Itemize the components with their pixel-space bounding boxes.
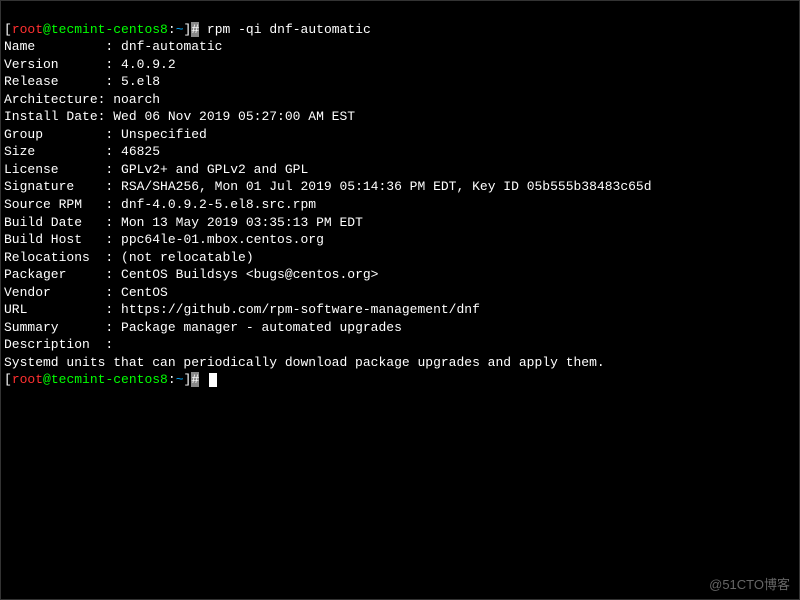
prompt2-host: tecmint-centos8 (51, 372, 168, 387)
field-summary: Summary : Package manager - automated up… (4, 320, 402, 335)
prompt-bracket-open: [ (4, 22, 12, 37)
prompt-host: tecmint-centos8 (51, 22, 168, 37)
field-vendor: Vendor : CentOS (4, 285, 168, 300)
field-source-rpm: Source RPM : dnf-4.0.9.2-5.el8.src.rpm (4, 197, 316, 212)
field-relocations: Relocations : (not relocatable) (4, 250, 254, 265)
prompt2-at: @ (43, 372, 51, 387)
watermark: @51CTO博客 (709, 576, 790, 594)
prompt2-user: root (12, 372, 43, 387)
field-build-host: Build Host : ppc64le-01.mbox.centos.org (4, 232, 324, 247)
description-body: Systemd units that can periodically down… (4, 355, 605, 370)
prompt2-colon: : (168, 372, 176, 387)
field-license: License : GPLv2+ and GPLv2 and GPL (4, 162, 308, 177)
field-description: Description : (4, 337, 113, 352)
prompt-hash: # (191, 22, 199, 37)
field-install-date: Install Date: Wed 06 Nov 2019 05:27:00 A… (4, 109, 355, 124)
field-release: Release : 5.el8 (4, 74, 160, 89)
prompt-colon: : (168, 22, 176, 37)
cursor-icon[interactable] (209, 373, 217, 387)
field-build-date: Build Date : Mon 13 May 2019 03:35:13 PM… (4, 215, 363, 230)
prompt-path: ~ (176, 22, 184, 37)
field-signature: Signature : RSA/SHA256, Mon 01 Jul 2019 … (4, 179, 652, 194)
prompt2-hash: # (191, 372, 199, 387)
prompt2-bracket-open: [ (4, 372, 12, 387)
field-architecture: Architecture: noarch (4, 92, 160, 107)
field-size: Size : 46825 (4, 144, 160, 159)
prompt-user: root (12, 22, 43, 37)
field-version: Version : 4.0.9.2 (4, 57, 176, 72)
terminal-output[interactable]: [root@tecmint-centos8:~]# rpm -qi dnf-au… (4, 3, 796, 389)
prompt2-path: ~ (176, 372, 184, 387)
field-packager: Packager : CentOS Buildsys <bugs@centos.… (4, 267, 378, 282)
command-text: rpm -qi dnf-automatic (199, 22, 371, 37)
field-group: Group : Unspecified (4, 127, 207, 142)
field-name: Name : dnf-automatic (4, 39, 222, 54)
field-url: URL : https://github.com/rpm-software-ma… (4, 302, 480, 317)
prompt-at: @ (43, 22, 51, 37)
